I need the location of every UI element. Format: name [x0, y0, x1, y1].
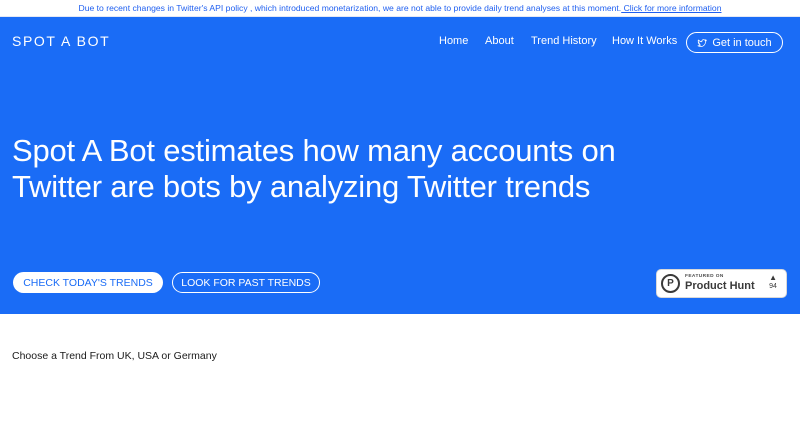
main-nav: Home About Trend History How It Works — [0, 33, 800, 53]
announcement-bar: Due to recent changes in Twitter's API p… — [0, 0, 800, 17]
hero-section: SPOT A BOT Home About Trend History How … — [0, 17, 800, 314]
check-todays-trends-button[interactable]: CHECK TODAY'S TRENDS — [13, 272, 163, 293]
product-hunt-badge[interactable]: P FEATURED ON Product Hunt ▲ 94 — [656, 269, 787, 298]
vote-count: 94 — [769, 283, 777, 290]
vote-counter: ▲ 94 — [769, 273, 777, 292]
nav-how-it-works[interactable]: How It Works — [612, 33, 677, 49]
upvote-arrow-icon: ▲ — [769, 273, 777, 282]
product-hunt-text: FEATURED ON Product Hunt — [685, 274, 755, 293]
nav-about[interactable]: About — [485, 33, 514, 49]
nav-home[interactable]: Home — [439, 33, 468, 49]
get-in-touch-button[interactable]: Get in touch — [686, 32, 783, 53]
more-information-link[interactable]: Click for more information — [621, 3, 722, 13]
hero-headline: Spot A Bot estimates how many accounts o… — [12, 133, 616, 204]
look-for-past-trends-button[interactable]: LOOK FOR PAST TRENDS — [172, 272, 320, 293]
nav-trend-history[interactable]: Trend History — [531, 33, 597, 49]
choose-trend-heading: Choose a Trend From UK, USA or Germany — [12, 350, 217, 362]
product-hunt-logo-icon: P — [661, 274, 680, 293]
announcement-text: Due to recent changes in Twitter's API p… — [78, 3, 622, 13]
get-in-touch-label: Get in touch — [712, 36, 772, 49]
twitter-bird-icon — [697, 38, 708, 47]
product-hunt-name: Product Hunt — [685, 280, 755, 292]
